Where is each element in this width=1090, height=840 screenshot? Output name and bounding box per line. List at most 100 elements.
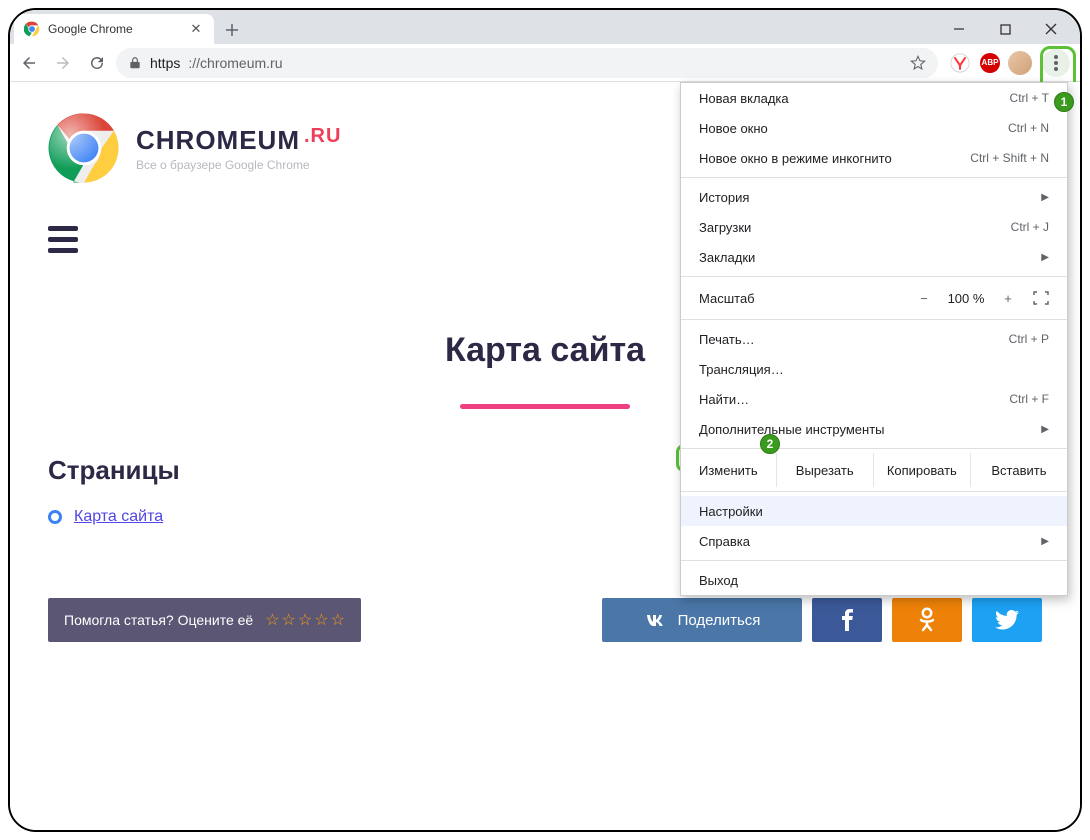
back-button[interactable]: [14, 48, 44, 78]
menu-separator: [681, 177, 1067, 178]
address-bar[interactable]: https://chromeum.ru: [116, 48, 938, 78]
menu-label: Печать…: [699, 332, 755, 347]
edit-copy-button[interactable]: Копировать: [873, 453, 970, 487]
share-twitter-button[interactable]: [972, 598, 1042, 642]
submenu-arrow-icon: ▶: [1041, 536, 1049, 547]
menu-label: Справка: [699, 534, 750, 549]
twitter-icon: [995, 610, 1019, 630]
url-protocol: https: [150, 55, 180, 71]
menu-print[interactable]: Печать… Ctrl + P: [681, 324, 1067, 354]
tab-close-icon[interactable]: ✕: [188, 21, 204, 37]
zoom-out-button[interactable]: −: [909, 291, 939, 306]
menu-find[interactable]: Найти… Ctrl + F: [681, 384, 1067, 414]
chrome-favicon-icon: [24, 21, 40, 37]
rate-article-box[interactable]: Помогла статья? Оцените её ☆ ☆ ☆ ☆ ☆: [48, 598, 361, 642]
site-logo-icon: [48, 112, 120, 184]
zoom-value: 100 %: [939, 291, 993, 306]
edit-paste-button[interactable]: Вставить: [970, 453, 1067, 487]
callout-badge-2: 2: [760, 434, 780, 454]
star-icon[interactable]: ☆: [298, 610, 312, 630]
star-icon[interactable]: ☆: [331, 610, 345, 630]
close-button[interactable]: [1028, 14, 1074, 44]
tab-active[interactable]: Google Chrome ✕: [14, 14, 214, 44]
star-icon[interactable]: ☆: [282, 610, 296, 630]
fullscreen-icon[interactable]: [1029, 288, 1053, 308]
menu-exit[interactable]: Выход: [681, 565, 1067, 595]
submenu-arrow-icon: ▶: [1041, 252, 1049, 263]
submenu-arrow-icon: ▶: [1041, 192, 1049, 203]
menu-edit-row: Изменить Вырезать Копировать Вставить: [681, 453, 1067, 487]
profile-avatar[interactable]: [1008, 51, 1032, 75]
star-icon[interactable]: ☆: [314, 610, 328, 630]
site-brand: CHROMEUM.RU Все о браузере Google Chrome: [136, 125, 341, 172]
menu-label: Найти…: [699, 392, 749, 407]
tab-title: Google Chrome: [48, 22, 180, 36]
bullet-icon: [48, 510, 62, 524]
menu-label: Новое окно: [699, 121, 768, 136]
menu-more-tools[interactable]: Дополнительные инструменты ▶: [681, 414, 1067, 444]
title-underline: [460, 404, 630, 409]
menu-label: Новое окно в режиме инкогнито: [699, 151, 892, 166]
edit-label: Изменить: [681, 453, 776, 487]
menu-settings[interactable]: Настройки: [681, 496, 1067, 526]
chrome-menu-dropdown: Новая вкладка Ctrl + T Новое окно Ctrl +…: [680, 82, 1068, 596]
share-fb-button[interactable]: [812, 598, 882, 642]
zoom-in-button[interactable]: +: [993, 291, 1023, 306]
menu-shortcut: Ctrl + T: [1010, 91, 1049, 105]
new-tab-button[interactable]: [218, 16, 246, 44]
brand-tld: .RU: [304, 125, 341, 147]
menu-shortcut: Ctrl + Shift + N: [970, 151, 1049, 165]
site-menu-icon[interactable]: [48, 226, 78, 253]
menu-label: Выход: [699, 573, 738, 588]
callout-badge-1: 1: [1054, 92, 1074, 112]
edit-cut-button[interactable]: Вырезать: [776, 453, 873, 487]
rating-stars[interactable]: ☆ ☆ ☆ ☆ ☆: [265, 610, 345, 630]
menu-history[interactable]: История ▶: [681, 182, 1067, 212]
facebook-icon: [840, 608, 854, 632]
menu-incognito[interactable]: Новое окно в режиме инкогнито Ctrl + Shi…: [681, 143, 1067, 173]
menu-zoom-row: Масштаб − 100 % +: [681, 281, 1067, 315]
maximize-button[interactable]: [982, 14, 1028, 44]
menu-separator: [681, 276, 1067, 277]
share-vk-button[interactable]: Поделиться: [602, 598, 802, 642]
abp-badge: ABP: [980, 53, 1000, 73]
menu-new-window[interactable]: Новое окно Ctrl + N: [681, 113, 1067, 143]
menu-bookmarks[interactable]: Закладки ▶: [681, 242, 1067, 272]
zoom-label: Масштаб: [699, 291, 755, 306]
brand-name: CHROMEUM: [136, 125, 300, 155]
brand-tagline: Все о браузере Google Chrome: [136, 158, 341, 172]
lock-icon: [128, 56, 142, 70]
vk-icon: [644, 608, 668, 632]
browser-window: Google Chrome ✕ https://chromeum.ru: [8, 8, 1082, 832]
menu-new-tab[interactable]: Новая вкладка Ctrl + T: [681, 83, 1067, 113]
bookmark-star-icon[interactable]: [910, 55, 926, 71]
footer-row: Помогла статья? Оцените её ☆ ☆ ☆ ☆ ☆ Под…: [48, 598, 1042, 642]
menu-help[interactable]: Справка ▶: [681, 526, 1067, 556]
menu-label: Дополнительные инструменты: [699, 422, 885, 437]
star-icon[interactable]: ☆: [265, 610, 279, 630]
chrome-menu-button[interactable]: [1042, 49, 1070, 77]
menu-separator: [681, 491, 1067, 492]
menu-downloads[interactable]: Загрузки Ctrl + J: [681, 212, 1067, 242]
window-controls: [936, 14, 1074, 44]
menu-cast[interactable]: Трансляция…: [681, 354, 1067, 384]
forward-button[interactable]: [48, 48, 78, 78]
rate-prompt: Помогла статья? Оцените её: [64, 612, 253, 628]
ok-icon: [919, 607, 935, 633]
menu-separator: [681, 560, 1067, 561]
toolbar: https://chromeum.ru ABP: [10, 44, 1080, 82]
minimize-button[interactable]: [936, 14, 982, 44]
menu-label: История: [699, 190, 749, 205]
menu-label: Настройки: [699, 504, 763, 519]
share-ok-button[interactable]: [892, 598, 962, 642]
reload-button[interactable]: [82, 48, 112, 78]
menu-shortcut: Ctrl + N: [1008, 121, 1049, 135]
menu-label: Закладки: [699, 250, 755, 265]
menu-shortcut: Ctrl + F: [1009, 392, 1049, 406]
adblock-extension-icon[interactable]: ABP: [978, 51, 1002, 75]
extension-area: ABP: [948, 46, 1074, 80]
yandex-extension-icon[interactable]: [948, 51, 972, 75]
share-vk-label: Поделиться: [678, 612, 761, 629]
menu-label: Новая вкладка: [699, 91, 789, 106]
sitemap-link[interactable]: Карта сайта: [74, 508, 163, 526]
